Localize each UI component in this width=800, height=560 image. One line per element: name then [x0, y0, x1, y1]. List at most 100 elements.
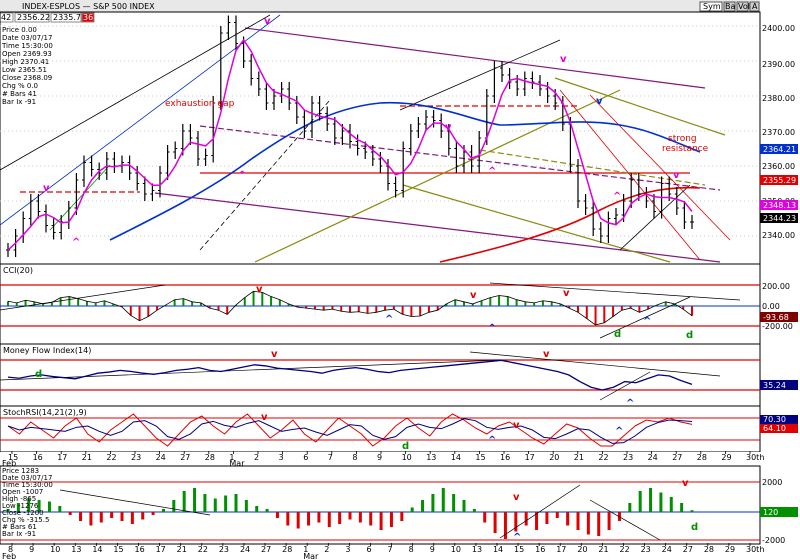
- date-tick-label: 17: [156, 545, 166, 554]
- price-tick: 2400.00: [762, 24, 795, 33]
- date-tick-label: 16: [135, 545, 145, 554]
- info-change: Chg % 0.0: [2, 82, 38, 90]
- cycle-marker: ^: [72, 237, 80, 248]
- date-tick-label: 8: [352, 453, 357, 462]
- date-tick-label: 8: [409, 545, 414, 554]
- info-bars: # Bars 41: [2, 90, 37, 98]
- svg-text:v: v: [256, 284, 263, 295]
- date-tick-label: 30th: [746, 453, 764, 462]
- chart-canvas: INDEX-ESPLOS — S&P 500 INDEX Sym Ba Vol …: [0, 0, 800, 560]
- svg-text:^: ^: [488, 323, 496, 334]
- date-tick-label: 22: [619, 545, 629, 554]
- cci-tick: 0.00: [762, 302, 780, 311]
- annotation-exhaustion-gap: exhaustion gap: [165, 99, 235, 109]
- svg-text:v: v: [513, 420, 520, 431]
- info-close: Close 2368.09: [2, 74, 52, 82]
- info-high: High 2370.41: [2, 58, 49, 66]
- month-label: Mar: [303, 552, 319, 560]
- date-tick-label: 7: [388, 545, 393, 554]
- svg-text:^: ^: [615, 426, 623, 437]
- date-tick-label: 21: [574, 453, 584, 462]
- svg-text:v: v: [470, 290, 477, 301]
- svg-text:v: v: [682, 478, 689, 489]
- cycle-marker: v: [264, 16, 271, 27]
- date-tick-label: 29: [725, 545, 735, 554]
- svg-text:^: ^: [626, 398, 634, 409]
- price-badge-close: 2344.23: [763, 214, 796, 223]
- date-tick-label: 28: [704, 545, 714, 554]
- mfi-title: Money Flow Index(14): [3, 346, 91, 355]
- cycle-marker: v: [43, 183, 50, 194]
- date-tick-label: 16: [535, 545, 545, 554]
- date-tick-label: 14: [493, 545, 503, 554]
- svg-text:d: d: [691, 522, 698, 533]
- cci-title: CCI(20): [3, 266, 33, 275]
- info-open: Open 2369.93: [2, 50, 52, 58]
- cci-badge: -93.68: [763, 313, 789, 322]
- title-bar: INDEX-ESPLOS — S&P 500 INDEX Sym Ba Vol …: [0, 0, 760, 12]
- date-tick-label: 13: [472, 545, 482, 554]
- date-tick-label: 29: [721, 453, 731, 462]
- date-tick-label: 3: [279, 453, 284, 462]
- svg-text:Bar Ix -91: Bar Ix -91: [2, 530, 36, 538]
- date-tick-label: 6: [303, 453, 308, 462]
- date-tick-label: 20: [577, 545, 587, 554]
- ticker-field-high: 2356.22: [17, 13, 50, 22]
- ticker-field-bars: 42: [1, 13, 11, 22]
- date-tick-label: 24: [156, 453, 166, 462]
- toolbar-button-ba-label: Ba: [725, 2, 735, 11]
- svg-text:v: v: [271, 349, 278, 360]
- date-tick-label: 14: [92, 545, 102, 554]
- svg-text:^: ^: [385, 314, 393, 325]
- date-tick-label: 2: [324, 545, 329, 554]
- date-tick-label: 24: [662, 545, 672, 554]
- stochrsi-badge-blue: 70.30: [763, 415, 786, 424]
- month-label: Mar: [229, 459, 245, 468]
- date-tick-label: 14: [451, 453, 461, 462]
- svg-text:^: ^: [513, 532, 521, 543]
- date-tick-label: 23: [641, 545, 651, 554]
- date-tick-label: 24: [648, 453, 658, 462]
- toolbar-button-a-label: A: [752, 2, 758, 11]
- date-tick-label: 13: [71, 545, 81, 554]
- date-tick-label: 9: [29, 545, 34, 554]
- info-price: Price 0.00: [2, 26, 37, 34]
- info-date: Date 03/07/17: [2, 34, 52, 42]
- date-tick-label: 16: [500, 453, 510, 462]
- date-tick-label: 21: [82, 453, 92, 462]
- symbol-field-label: Sym: [703, 2, 721, 11]
- cycle-marker: v: [445, 122, 452, 133]
- info-time: Time 15:30:00: [1, 42, 53, 50]
- annotation-strong-resistance-line1: strong: [668, 134, 697, 144]
- date-tick-label: 22: [198, 545, 208, 554]
- cycle-marker: ^: [238, 170, 246, 181]
- month-label: Feb: [2, 552, 16, 560]
- mfi-badge: 35.24: [763, 381, 786, 390]
- svg-text:v: v: [513, 492, 520, 503]
- date-axis-top: 15 16 17 21 22 23 24 27 28 1 2 3 6 7 8 9 10 13 14 15 16 17 20 2…: [0, 451, 800, 468]
- annotation-strong-resistance-line2: resistance: [662, 144, 709, 154]
- stochrsi-title: StochRSI(14,21(2),9): [3, 408, 87, 417]
- window-title: INDEX-ESPLOS — S&P 500 INDEX: [22, 2, 155, 11]
- date-tick-label: 3: [345, 545, 350, 554]
- ticker-field-count: 36: [83, 13, 93, 22]
- date-tick-label: 23: [623, 453, 633, 462]
- info-bar-index: Bar Ix -91: [2, 98, 36, 106]
- cci-tick: 200.00: [762, 282, 790, 291]
- date-tick-label: 23: [219, 545, 229, 554]
- date-tick-label: 30th: [746, 545, 764, 554]
- svg-text:^: ^: [488, 435, 496, 446]
- date-tick-label: 27: [261, 545, 271, 554]
- oscillator-badge: 120: [763, 508, 778, 517]
- price-tick: 2370.00: [762, 128, 795, 137]
- cci-tick: -200.00: [762, 322, 793, 331]
- cycle-marker: v: [673, 170, 680, 181]
- price-tick: 2340.00: [762, 231, 795, 240]
- cycle-marker: v: [596, 96, 603, 107]
- oscillator-tick: -2000: [762, 536, 785, 545]
- date-tick-label: 6: [366, 545, 371, 554]
- date-tick-label: 22: [598, 453, 608, 462]
- date-tick-label: 28: [282, 545, 292, 554]
- date-tick-label: 17: [525, 453, 535, 462]
- date-tick-label: 20: [549, 453, 559, 462]
